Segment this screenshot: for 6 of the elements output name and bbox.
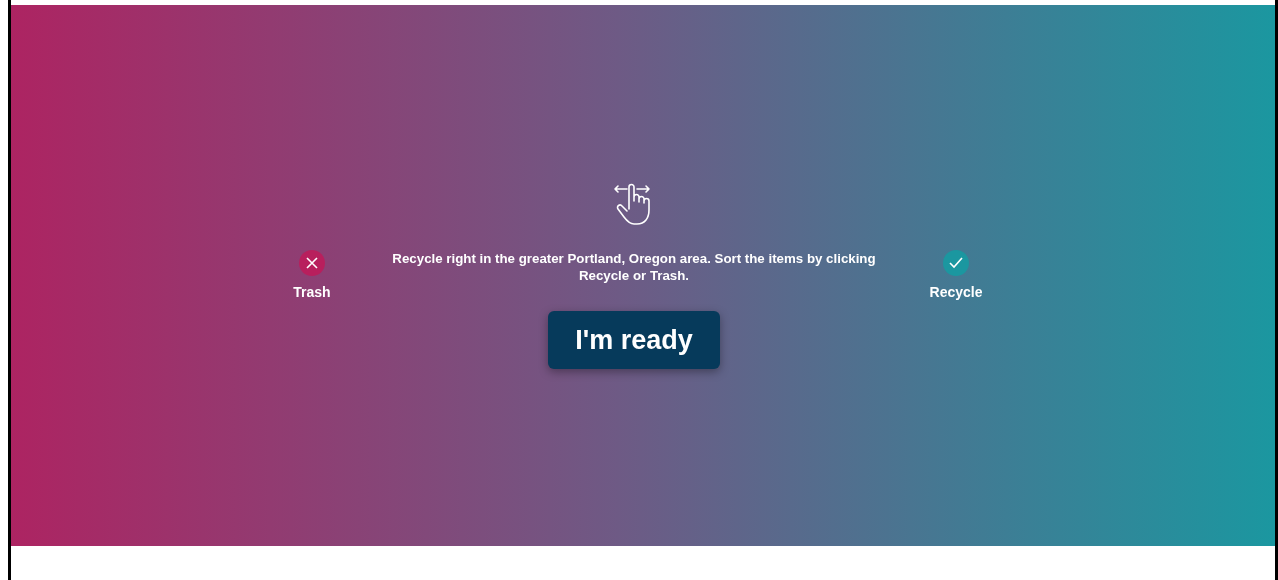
recycle-label: Recycle — [929, 282, 983, 302]
trash-label: Trash — [293, 282, 331, 302]
instruction-text: Recycle right in the greater Portland, Oregon area. Sort the items by clicking Recycle or Trash. — [391, 249, 877, 284]
close-icon — [299, 249, 325, 276]
ready-button[interactable]: I'm ready — [548, 310, 720, 370]
check-icon — [943, 249, 969, 276]
